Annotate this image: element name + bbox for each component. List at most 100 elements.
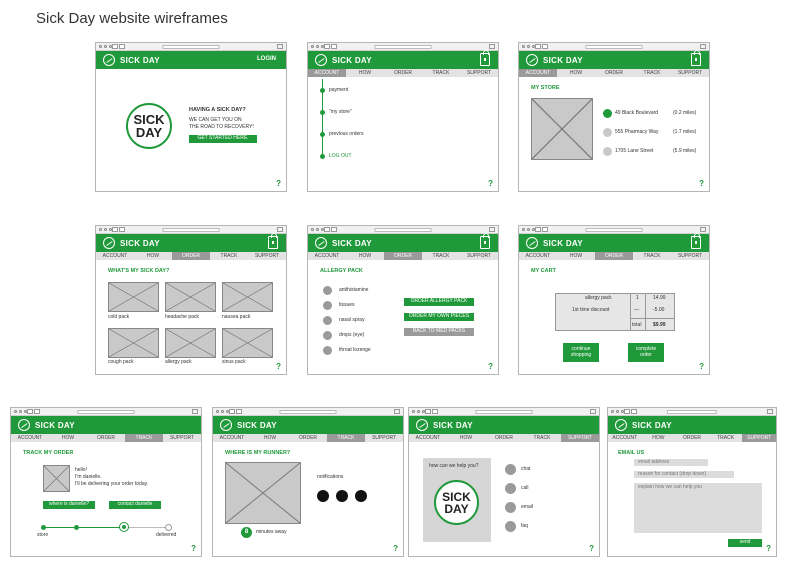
get-started-button[interactable]: GET STARTED HERE. (189, 135, 257, 143)
tab-account[interactable]: ACCOUNT (96, 252, 134, 260)
where-is-runner-button[interactable]: where is danielle? (43, 501, 95, 509)
tab-support[interactable]: SUPPORT (460, 69, 498, 77)
support-option-faq[interactable]: faq (521, 523, 528, 530)
tab-order[interactable]: ORDER (485, 434, 523, 442)
help-icon[interactable]: ? (766, 544, 771, 553)
store-name[interactable]: 1705 Lane Street (615, 148, 653, 155)
store-radio[interactable] (603, 128, 612, 137)
shopping-bag-icon[interactable] (480, 233, 490, 249)
tab-how[interactable]: HOW (557, 69, 595, 77)
help-icon[interactable]: ? (393, 544, 398, 553)
brand-logo[interactable]: SICK DAY (103, 237, 160, 249)
message-textarea[interactable]: explain how we can help you (634, 483, 762, 533)
tab-account[interactable]: ACCOUNT (519, 69, 557, 77)
back-to-med-packs-button[interactable]: BACK TO MED PACKS (404, 328, 474, 336)
pack-label[interactable]: nausea pack (222, 314, 250, 321)
tab-track[interactable]: TRACK (709, 434, 743, 442)
brand-logo[interactable]: SICK DAY (416, 419, 473, 431)
tab-order[interactable]: ORDER (595, 252, 633, 260)
account-item-my-store[interactable]: "my store" (329, 109, 352, 116)
help-icon[interactable]: ? (276, 179, 281, 188)
tab-account[interactable]: ACCOUNT (11, 434, 49, 442)
help-icon[interactable]: ? (276, 362, 281, 371)
brand-logo[interactable]: SICK DAY (526, 54, 583, 66)
pack-label[interactable]: headache pack (165, 314, 199, 321)
tab-track[interactable]: TRACK (210, 252, 248, 260)
brand-logo[interactable]: SICK DAY (615, 419, 672, 431)
brand-logo[interactable]: SICK DAY (103, 54, 160, 66)
item-checkbox[interactable] (323, 286, 332, 295)
tab-how[interactable]: HOW (134, 252, 172, 260)
notification-dot[interactable] (355, 490, 367, 502)
tab-track[interactable]: TRACK (422, 69, 460, 77)
pack-label[interactable]: cold pack (108, 314, 129, 321)
order-allergy-pack-button[interactable]: ORDER ALLERGY PACK (404, 298, 474, 306)
tab-account[interactable]: ACCOUNT (213, 434, 251, 442)
account-item-payment[interactable]: payment (329, 87, 348, 94)
tab-support[interactable]: SUPPORT (460, 252, 498, 260)
tab-track[interactable]: TRACK (523, 434, 561, 442)
pack-label[interactable]: cough pack (108, 359, 134, 366)
help-icon[interactable]: ? (488, 179, 493, 188)
tab-track[interactable]: TRACK (422, 252, 460, 260)
tab-support[interactable]: SUPPORT (671, 69, 709, 77)
pack-image-placeholder[interactable] (222, 328, 273, 358)
tab-how[interactable]: HOW (49, 434, 87, 442)
tab-how[interactable]: HOW (642, 434, 676, 442)
shopping-bag-icon[interactable] (480, 50, 490, 66)
brand-logo[interactable]: SICK DAY (526, 237, 583, 249)
store-radio[interactable] (603, 147, 612, 156)
pack-image-placeholder[interactable] (222, 282, 273, 312)
shopping-bag-icon[interactable] (691, 50, 701, 66)
item-checkbox[interactable] (323, 346, 332, 355)
tab-order[interactable]: ORDER (675, 434, 709, 442)
support-option-call[interactable]: call (521, 485, 529, 492)
tab-how[interactable]: HOW (251, 434, 289, 442)
pack-image-placeholder[interactable] (108, 328, 159, 358)
tab-support[interactable]: SUPPORT (163, 434, 201, 442)
tab-how[interactable]: HOW (557, 252, 595, 260)
store-radio[interactable] (603, 109, 612, 118)
pack-label[interactable]: allergy pack (165, 359, 192, 366)
tab-how[interactable]: HOW (346, 69, 384, 77)
brand-logo[interactable]: SICK DAY (315, 237, 372, 249)
pack-image-placeholder[interactable] (108, 282, 159, 312)
tab-support[interactable]: SUPPORT (365, 434, 403, 442)
tab-how[interactable]: HOW (346, 252, 384, 260)
continue-shopping-button[interactable]: continue shopping (563, 343, 599, 362)
support-option-chat[interactable]: chat (521, 466, 530, 473)
support-option-dot[interactable] (505, 521, 516, 532)
tab-account[interactable]: ACCOUNT (519, 252, 557, 260)
tab-account[interactable]: ACCOUNT (308, 69, 346, 77)
item-checkbox[interactable] (323, 331, 332, 340)
store-name[interactable]: 49 Black Boulevard (615, 110, 658, 117)
store-name[interactable]: 555 Pharmacy Way (615, 129, 658, 136)
notification-dot[interactable] (317, 490, 329, 502)
notification-dot[interactable] (336, 490, 348, 502)
account-item-logout[interactable]: LOG OUT (329, 153, 352, 160)
cart-row-qty[interactable]: 1 (636, 295, 639, 302)
tab-order[interactable]: ORDER (384, 252, 422, 260)
shopping-bag-icon[interactable] (268, 233, 278, 249)
pack-label[interactable]: sinus pack (222, 359, 246, 366)
help-icon[interactable]: ? (699, 362, 704, 371)
support-option-email[interactable]: email (521, 504, 533, 511)
tab-support[interactable]: SUPPORT (561, 434, 599, 442)
tab-order[interactable]: ORDER (172, 252, 210, 260)
order-own-pieces-button[interactable]: ORDER MY OWN PIECES (404, 313, 474, 321)
tab-track[interactable]: TRACK (327, 434, 365, 442)
tab-track[interactable]: TRACK (633, 252, 671, 260)
brand-logo[interactable]: SICK DAY (220, 419, 277, 431)
contact-reason-dropdown[interactable]: reason for contact (drop down) (634, 471, 734, 478)
tab-account[interactable]: ACCOUNT (409, 434, 447, 442)
tab-account[interactable]: ACCOUNT (308, 252, 346, 260)
login-link[interactable]: LOGIN (257, 56, 276, 62)
help-icon[interactable]: ? (488, 362, 493, 371)
tab-how[interactable]: HOW (447, 434, 485, 442)
support-option-dot[interactable] (505, 483, 516, 494)
tab-support[interactable]: SUPPORT (248, 252, 286, 260)
support-option-dot[interactable] (505, 502, 516, 513)
item-checkbox[interactable] (323, 316, 332, 325)
help-icon[interactable]: ? (589, 544, 594, 553)
tab-order[interactable]: ORDER (289, 434, 327, 442)
